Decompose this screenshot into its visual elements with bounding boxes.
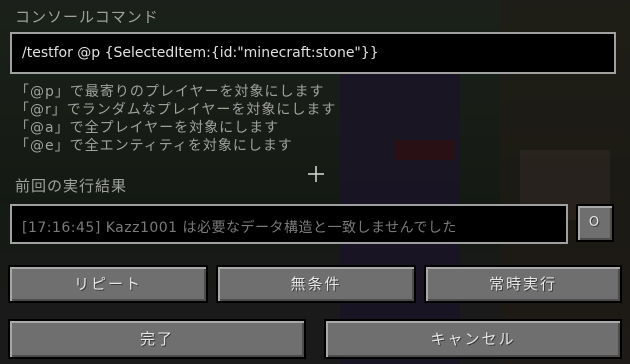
command-input[interactable]: /testfor @p {SelectedItem:{id:"minecraft…	[10, 32, 616, 74]
console-command-label: コンソールコマンド	[15, 8, 159, 26]
redstone-mode-button[interactable]: 常時実行	[424, 265, 622, 303]
conditional-mode-button[interactable]: 無条件	[216, 265, 416, 303]
toggle-output-button[interactable]: O	[576, 204, 614, 242]
cancel-label: キャンセル	[430, 330, 516, 348]
hint-nearest-player: 「@p」で最寄りのプレイヤーを対象にします	[15, 84, 325, 100]
command-input-value[interactable]: /testfor @p {SelectedItem:{id:"minecraft…	[22, 45, 379, 61]
done-label: 完了	[139, 330, 174, 348]
previous-output-label: 前回の実行結果	[15, 177, 128, 195]
selector-hints: 「@p」で最寄りのプレイヤーを対象にします 「@r」でランダムなプレイヤーを対象…	[15, 83, 336, 155]
conditional-mode-label: 無条件	[290, 275, 342, 293]
done-button[interactable]: 完了	[8, 319, 306, 359]
cancel-button[interactable]: キャンセル	[324, 319, 622, 359]
crosshair-icon	[308, 166, 324, 182]
repeat-mode-button[interactable]: リピート	[8, 265, 208, 303]
hint-all-entities: 「@e」で全エンティティを対象にします	[15, 138, 293, 154]
previous-output-field: [17:16:45] Kazz1001 は必要なデータ構造と一致しませんでした	[10, 204, 568, 244]
hint-random-player: 「@r」でランダムなプレイヤーを対象にします	[15, 102, 337, 118]
previous-output-text: [17:16:45] Kazz1001 は必要なデータ構造と一致しませんでした	[22, 220, 457, 236]
redstone-mode-label: 常時実行	[488, 275, 557, 293]
toggle-output-label: O	[588, 215, 602, 230]
hint-all-players: 「@a」で全プレイヤーを対象にします	[15, 120, 280, 136]
repeat-mode-label: リピート	[73, 275, 142, 293]
